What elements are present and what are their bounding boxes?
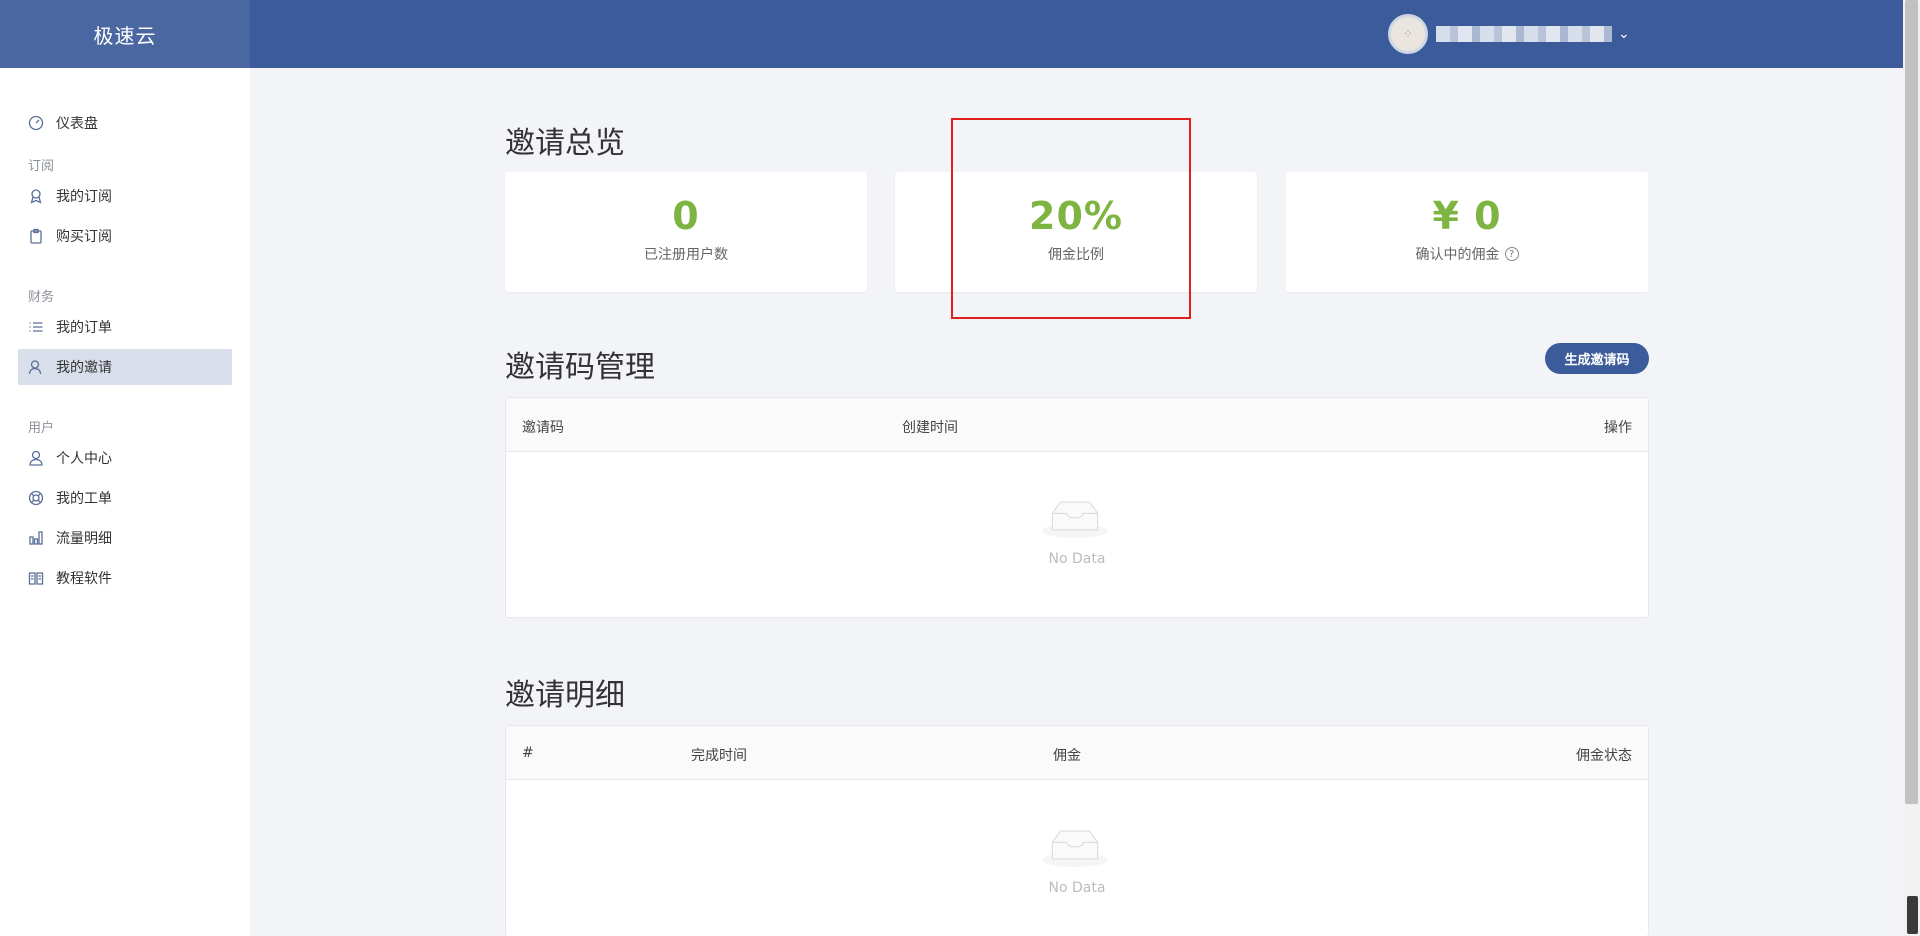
sidebar-item-my-subscription[interactable]: 我的订阅 — [18, 178, 232, 214]
stat-card-registered: 0 已注册用户数 — [505, 172, 867, 292]
sidebar-item-label: 我的邀请 — [56, 360, 112, 376]
codes-title: 邀请码管理 — [505, 350, 655, 385]
list-icon — [28, 319, 44, 335]
no-data-text: No Data — [1048, 880, 1106, 896]
table-header: # 完成时间 佣金 佣金状态 — [506, 726, 1648, 780]
column-header: 邀请码 — [522, 420, 564, 436]
sidebar-item-label: 流量明细 — [56, 531, 112, 547]
person-icon — [28, 450, 44, 466]
sidebar-item-buy-subscription[interactable]: 购买订阅 — [18, 218, 232, 254]
chevron-down-icon[interactable]: ⌄ — [1618, 26, 1630, 42]
no-data-text: No Data — [1048, 551, 1106, 567]
column-header: 创建时间 — [902, 420, 958, 436]
nav-group-user: 用户 — [28, 421, 55, 436]
sidebar-item-label: 教程软件 — [56, 571, 112, 587]
nav-group-finance: 财务 — [28, 290, 55, 305]
question-circle-icon[interactable]: ? — [1504, 247, 1519, 261]
sidebar-item-label: 我的订单 — [56, 320, 112, 336]
column-header: 佣金状态 — [1576, 748, 1632, 764]
stat-value: 0 — [672, 194, 700, 238]
invite-details-table: # 完成时间 佣金 佣金状态 No Data — [505, 725, 1649, 936]
sidebar-item-label: 我的工单 — [56, 491, 112, 507]
sidebar-item-profile[interactable]: 个人中心 — [18, 440, 232, 476]
sidebar-item-my-invite[interactable]: 我的邀请 — [18, 349, 232, 385]
stat-card-pending-commission: ¥ 0 确认中的佣金 ? — [1286, 172, 1648, 292]
username-blurred[interactable] — [1436, 26, 1612, 42]
details-title: 邀请明细 — [505, 678, 625, 713]
user-menu[interactable]: ⁘ ⌄ — [1388, 14, 1630, 54]
stat-label: 已注册用户数 — [644, 247, 728, 263]
sidebar-item-label: 购买订阅 — [56, 229, 112, 245]
sidebar-item-traffic[interactable]: 流量明细 — [18, 520, 232, 556]
bar-chart-icon — [28, 530, 44, 546]
column-header: # — [522, 745, 534, 761]
lifebuoy-icon — [28, 490, 44, 506]
stat-value: ¥ 0 — [1432, 194, 1502, 238]
scrollbar-thumb[interactable] — [1905, 0, 1918, 804]
avatar[interactable]: ⁘ — [1388, 14, 1428, 54]
table-header: 邀请码 创建时间 操作 — [506, 398, 1648, 452]
sidebar: 仪表盘 订阅 我的订阅 购买订阅 财务 我的订单 我的邀请 用户 个人中心 我的… — [0, 68, 250, 936]
generate-invite-code-button[interactable]: 生成邀请码 — [1545, 343, 1649, 374]
stat-card-commission-rate: 20% 佣金比例 — [895, 172, 1257, 292]
user-icon — [28, 359, 44, 375]
top-bar: 极速云 ⁘ ⌄ — [0, 0, 1920, 68]
sidebar-item-dashboard[interactable]: 仪表盘 — [18, 105, 232, 141]
stat-label: 佣金比例 — [1048, 247, 1104, 263]
sidebar-item-tutorials[interactable]: 教程软件 — [18, 560, 232, 596]
floating-widget[interactable] — [1907, 896, 1918, 934]
overview-title: 邀请总览 — [505, 126, 625, 161]
sidebar-item-label: 个人中心 — [56, 451, 112, 467]
invite-codes-table: 邀请码 创建时间 操作 No Data — [505, 397, 1649, 618]
sidebar-item-label: 我的订阅 — [56, 189, 112, 205]
book-icon — [28, 570, 44, 586]
gauge-icon — [28, 115, 44, 131]
nav-group-subscription: 订阅 — [28, 159, 55, 174]
stat-value: 20% — [1029, 194, 1123, 238]
clipboard-icon — [28, 228, 44, 244]
brand-logo[interactable]: 极速云 — [0, 0, 250, 68]
column-header: 操作 — [1604, 420, 1632, 436]
column-header: 佣金 — [1053, 748, 1081, 764]
empty-inbox-icon — [1042, 501, 1108, 539]
sidebar-item-my-orders[interactable]: 我的订单 — [18, 309, 232, 345]
column-header: 完成时间 — [691, 748, 747, 764]
empty-state: No Data — [506, 452, 1648, 617]
badge-icon — [28, 188, 44, 204]
sidebar-item-tickets[interactable]: 我的工单 — [18, 480, 232, 516]
sidebar-item-label: 仪表盘 — [56, 116, 98, 132]
empty-state: No Data — [506, 780, 1648, 935]
empty-inbox-icon — [1042, 830, 1108, 868]
stat-label: 确认中的佣金 — [1415, 247, 1500, 263]
